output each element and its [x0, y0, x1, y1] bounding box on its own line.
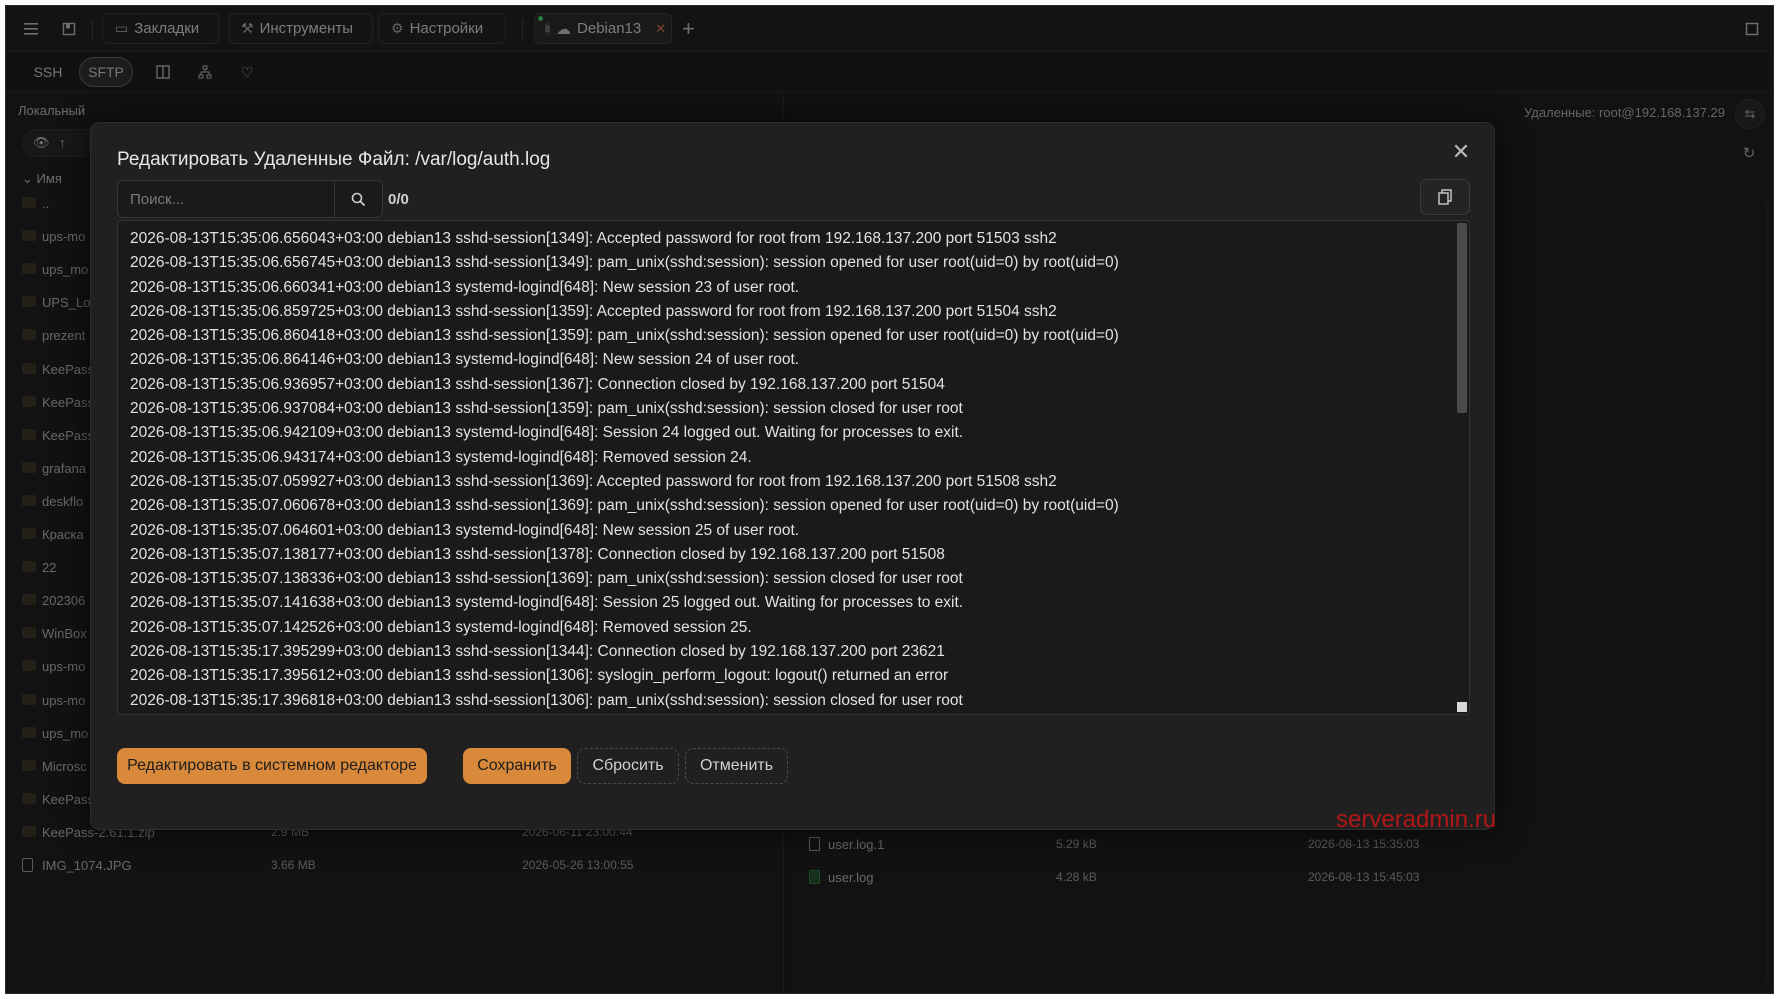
close-icon[interactable]: ✕ — [1450, 139, 1472, 164]
app-window: ▭ Закладки ⚒ Инструменты ⚙ Настройки 8 ☁… — [5, 5, 1774, 994]
search-input[interactable] — [118, 181, 334, 217]
log-line: 2026-08-13T15:35:06.859725+03:00 debian1… — [130, 302, 1057, 320]
edit-in-system-editor-button[interactable]: Редактировать в системном редакторе — [117, 748, 427, 784]
log-line: 2026-08-13T15:35:07.060678+03:00 debian1… — [130, 497, 1119, 515]
save-button[interactable]: Сохранить — [463, 748, 571, 784]
log-line: 2026-08-13T15:35:07.064601+03:00 debian1… — [130, 521, 800, 539]
edit-file-dialog: Редактировать Удаленные Файл: /var/log/a… — [90, 122, 1495, 830]
reset-button[interactable]: Сбросить — [577, 748, 679, 784]
log-line: 2026-08-13T15:35:07.138177+03:00 debian1… — [130, 545, 945, 563]
log-line: 2026-08-13T15:35:06.937084+03:00 debian1… — [130, 400, 963, 418]
search-box — [117, 180, 383, 218]
cancel-button[interactable]: Отменить — [685, 748, 788, 784]
log-line: 2026-08-13T15:35:07.059927+03:00 debian1… — [130, 472, 1057, 490]
log-line: 2026-08-13T15:35:07.142526+03:00 debian1… — [130, 618, 752, 636]
log-line: 2026-08-13T15:35:06.942109+03:00 debian1… — [130, 424, 964, 442]
watermark: serveradmin.ru — [1336, 806, 1497, 833]
log-line: 2026-08-13T15:35:07.138336+03:00 debian1… — [130, 570, 963, 588]
log-line: 2026-08-13T15:35:06.656745+03:00 debian1… — [130, 254, 1119, 272]
log-line: 2026-08-13T15:35:06.943174+03:00 debian1… — [130, 448, 752, 466]
dialog-title: Редактировать Удаленные Файл: /var/log/a… — [117, 149, 551, 170]
log-line: 2026-08-13T15:35:06.660341+03:00 debian1… — [130, 278, 800, 296]
log-line: 2026-08-13T15:35:06.860418+03:00 debian1… — [130, 327, 1119, 345]
log-line: 2026-08-13T15:35:17.396818+03:00 debian1… — [130, 691, 963, 709]
log-line: 2026-08-13T15:35:17.395299+03:00 debian1… — [130, 643, 945, 661]
log-lines: 2026-08-13T15:35:06.656043+03:00 debian1… — [130, 227, 1449, 713]
search-icon[interactable] — [334, 181, 382, 217]
log-line: 2026-08-13T15:35:06.864146+03:00 debian1… — [130, 351, 800, 369]
resize-handle[interactable] — [1457, 702, 1467, 712]
file-content-editor[interactable]: 2026-08-13T15:35:06.656043+03:00 debian1… — [117, 220, 1470, 715]
editor-scrollbar[interactable] — [1457, 223, 1467, 413]
log-line: 2026-08-13T15:35:06.936957+03:00 debian1… — [130, 375, 945, 393]
log-line: 2026-08-13T15:35:06.656043+03:00 debian1… — [130, 230, 1057, 247]
log-line: 2026-08-13T15:35:07.141638+03:00 debian1… — [130, 594, 964, 612]
log-line: 2026-08-13T15:35:17.395612+03:00 debian1… — [130, 667, 949, 685]
copy-icon[interactable] — [1420, 179, 1470, 215]
search-match-count: 0/0 — [388, 191, 409, 208]
